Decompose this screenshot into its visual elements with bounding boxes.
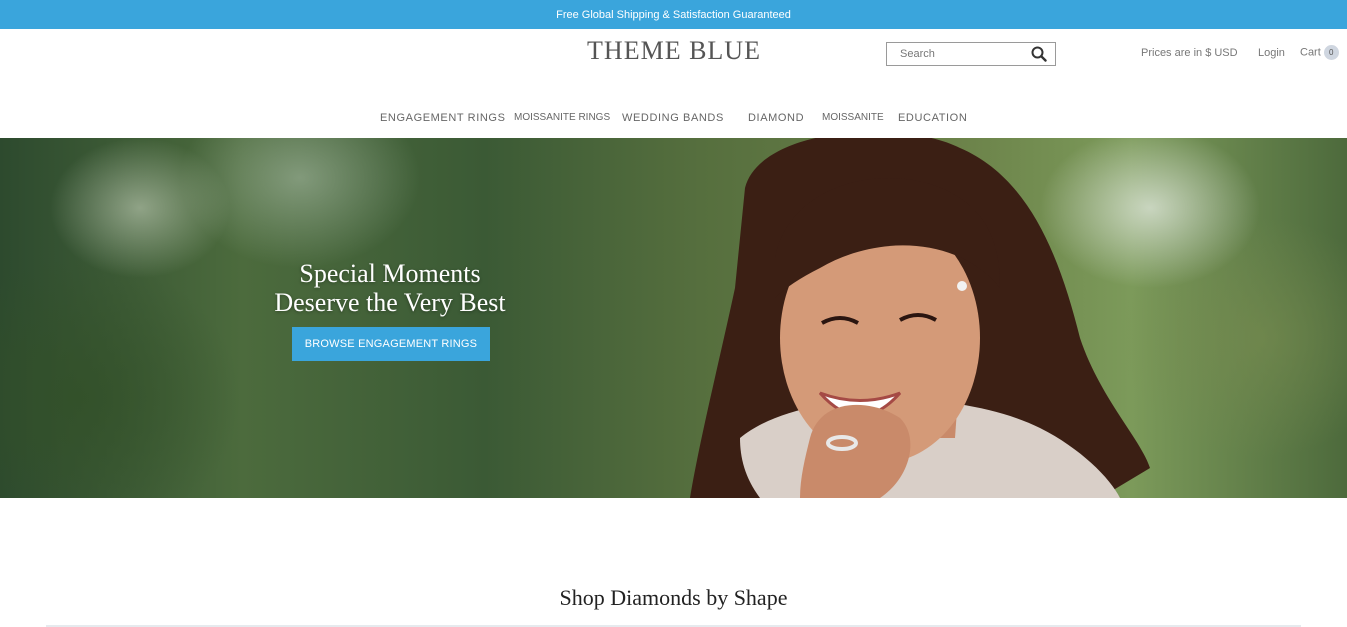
hero-banner: Special Moments Deserve the Very Best BR… (0, 138, 1347, 498)
nav-item-moissanite[interactable]: MOISSANITE (822, 112, 884, 123)
login-link[interactable]: Login (1258, 47, 1285, 59)
nav-item-moissanite-rings[interactable]: MOISSANITE RINGS (514, 112, 610, 123)
search-input[interactable] (900, 48, 1020, 60)
nav-item-diamond[interactable]: DIAMOND (748, 112, 804, 124)
announcement-bar: Free Global Shipping & Satisfaction Guar… (0, 0, 1347, 29)
cart-link[interactable]: Cart 0 (1300, 45, 1339, 60)
nav-item-engagement-rings[interactable]: ENGAGEMENT RINGS (380, 112, 506, 124)
announcement-text: Free Global Shipping & Satisfaction Guar… (556, 8, 791, 21)
cart-count-badge: 0 (1323, 45, 1339, 60)
hero-photo (690, 138, 1150, 498)
nav-item-wedding-bands[interactable]: WEDDING BANDS (622, 112, 724, 124)
site-logo[interactable]: THEME BLUE (560, 36, 788, 66)
section-title: Shop Diamonds by Shape (559, 585, 788, 610)
cart-label: Cart (1300, 46, 1321, 59)
browse-engagement-rings-button[interactable]: BROWSE ENGAGEMENT RINGS (292, 327, 490, 361)
nav-item-education[interactable]: EDUCATION (898, 112, 967, 124)
hero-title-line-2: Deserve the Very Best (274, 288, 506, 317)
search-box[interactable] (886, 42, 1056, 66)
hero-title-line-1: Special Moments (299, 259, 481, 288)
currency-indicator[interactable]: Prices are in $ USD (1141, 47, 1238, 59)
search-icon[interactable] (1031, 46, 1047, 62)
